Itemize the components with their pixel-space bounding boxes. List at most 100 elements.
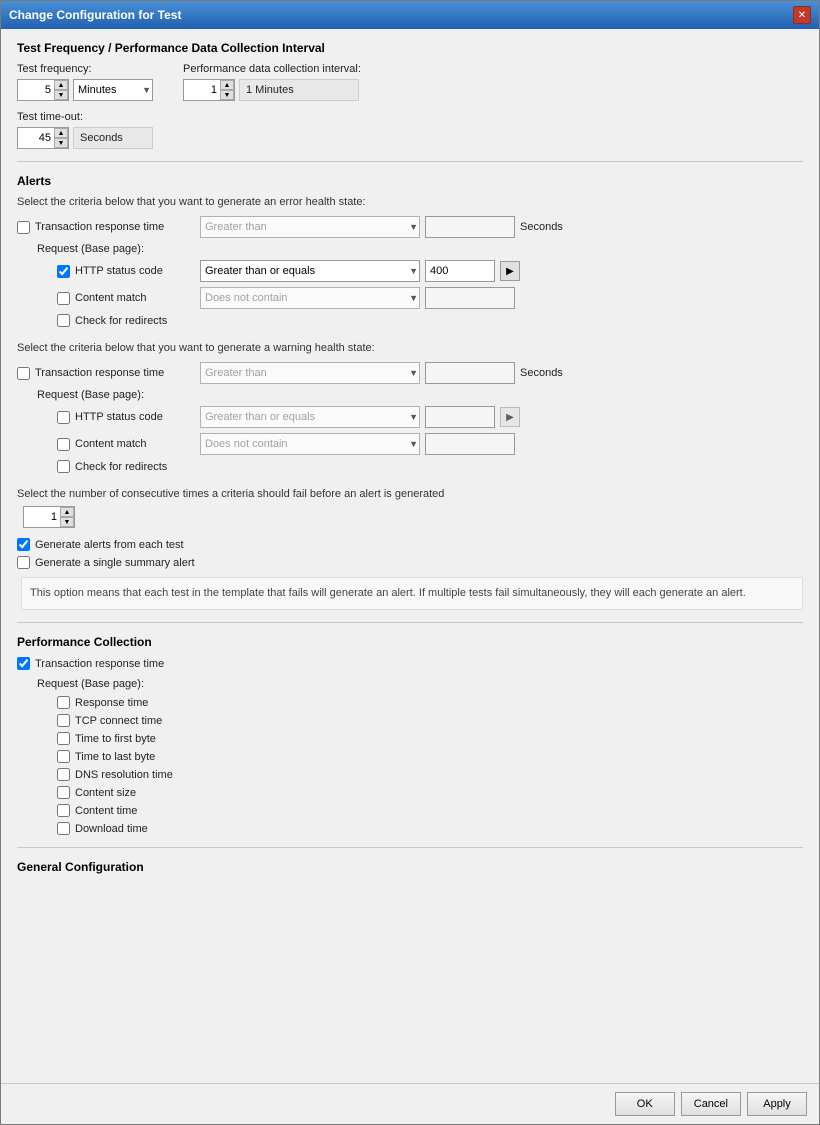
perf-interval-spinner[interactable]: ▲ ▼ — [183, 79, 235, 101]
perf-collection-section: Performance Collection Transaction respo… — [17, 635, 803, 835]
test-timeout-spinner-btns: ▲ ▼ — [54, 128, 68, 148]
perf-response-time-row: Response time — [57, 696, 803, 709]
perf-tcp-connect-label: TCP connect time — [75, 715, 162, 727]
error-http-status-play-btn[interactable]: ▶ — [500, 261, 520, 281]
test-frequency-spinner[interactable]: ▲ ▼ — [17, 79, 69, 101]
perf-response-time-checkbox[interactable] — [57, 696, 70, 709]
generate-summary-row: Generate a single summary alert — [17, 556, 803, 569]
perf-request-base-label: Request (Base page): — [37, 678, 803, 690]
warn-http-status-checkbox[interactable] — [57, 411, 70, 424]
perf-dns-resolution-row: DNS resolution time — [57, 768, 803, 781]
perf-interval-text: 1 Minutes — [239, 79, 359, 101]
error-transaction-rt-select[interactable]: Greater than Greater than or equals — [200, 216, 420, 238]
error-transaction-rt-unit: Seconds — [520, 221, 563, 233]
consecutive-desc: Select the number of consecutive times a… — [17, 488, 803, 500]
test-frequency-input[interactable] — [18, 80, 54, 100]
generate-each-checkbox[interactable] — [17, 538, 30, 551]
perf-dns-resolution-label: DNS resolution time — [75, 769, 173, 781]
perf-download-time-label: Download time — [75, 823, 148, 835]
warn-transaction-rt-row: Transaction response time Greater than G… — [17, 362, 803, 384]
error-check-redirects-checkbox[interactable] — [57, 314, 70, 327]
title-bar: Change Configuration for Test ✕ — [1, 1, 819, 29]
perf-interval-input[interactable] — [184, 80, 220, 100]
perf-content-size-row: Content size — [57, 786, 803, 799]
perf-download-time-checkbox[interactable] — [57, 822, 70, 835]
generate-summary-checkbox[interactable] — [17, 556, 30, 569]
test-timeout-input[interactable] — [18, 128, 54, 148]
warn-content-match-dropdown-wrap: Does not contain Contains ▼ — [200, 433, 420, 455]
warn-check-redirects-checkbox[interactable] — [57, 460, 70, 473]
consecutive-down[interactable]: ▼ — [60, 517, 74, 527]
consecutive-up[interactable]: ▲ — [60, 507, 74, 517]
apply-button[interactable]: Apply — [747, 1092, 807, 1116]
ok-button[interactable]: OK — [615, 1092, 675, 1116]
warn-request-base-label: Request (Base page): — [37, 389, 803, 401]
consecutive-spinner[interactable]: ▲ ▼ — [23, 506, 75, 528]
perf-time-last-byte-checkbox[interactable] — [57, 750, 70, 763]
perf-interval-up[interactable]: ▲ — [220, 80, 234, 90]
perf-time-first-byte-row: Time to first byte — [57, 732, 803, 745]
consecutive-input[interactable] — [24, 507, 60, 527]
general-config-title: General Configuration — [17, 860, 803, 874]
perf-transaction-rt-checkbox[interactable] — [17, 657, 30, 670]
perf-collection-title: Performance Collection — [17, 635, 803, 649]
test-timeout-up[interactable]: ▲ — [54, 128, 68, 138]
error-content-match-value[interactable] — [425, 287, 515, 309]
warn-http-status-row: HTTP status code Greater than or equals … — [57, 406, 803, 428]
warn-transaction-rt-select[interactable]: Greater than Greater than or equals — [200, 362, 420, 384]
test-timeout-label: Test time-out: — [17, 111, 803, 123]
warn-content-match-select[interactable]: Does not contain Contains — [200, 433, 420, 455]
test-frequency-down[interactable]: ▼ — [54, 90, 68, 100]
error-transaction-rt-label: Transaction response time — [35, 221, 195, 233]
cancel-button[interactable]: Cancel — [681, 1092, 741, 1116]
test-frequency-unit-wrap: Minutes Hours ▼ — [73, 79, 153, 101]
error-http-status-value[interactable] — [425, 260, 495, 282]
perf-dns-resolution-checkbox[interactable] — [57, 768, 70, 781]
error-transaction-rt-row: Transaction response time Greater than G… — [17, 216, 803, 238]
warn-http-status-value[interactable] — [425, 406, 495, 428]
perf-content-size-checkbox[interactable] — [57, 786, 70, 799]
test-timeout-spinner[interactable]: ▲ ▼ — [17, 127, 69, 149]
warn-http-status-label: HTTP status code — [75, 411, 195, 423]
warn-transaction-rt-checkbox[interactable] — [17, 367, 30, 380]
perf-time-first-byte-label: Time to first byte — [75, 733, 156, 745]
warn-transaction-rt-dropdown-wrap: Greater than Greater than or equals ▼ — [200, 362, 420, 384]
test-frequency-up[interactable]: ▲ — [54, 80, 68, 90]
perf-interval-down[interactable]: ▼ — [220, 90, 234, 100]
perf-interval-group: Performance data collection interval: ▲ … — [183, 63, 361, 101]
dialog-window: Change Configuration for Test ✕ Test Fre… — [0, 0, 820, 1125]
perf-interval-label: Performance data collection interval: — [183, 63, 361, 75]
generate-each-label: Generate alerts from each test — [35, 539, 184, 551]
error-http-status-select[interactable]: Greater than or equals Greater than Less… — [200, 260, 420, 282]
test-frequency-unit-select[interactable]: Minutes Hours — [73, 79, 153, 101]
warn-transaction-rt-unit: Seconds — [520, 367, 563, 379]
perf-content-time-checkbox[interactable] — [57, 804, 70, 817]
perf-download-time-row: Download time — [57, 822, 803, 835]
warn-content-match-checkbox[interactable] — [57, 438, 70, 451]
warn-http-status-select[interactable]: Greater than or equals Greater than — [200, 406, 420, 428]
dialog-title: Change Configuration for Test — [9, 8, 181, 22]
error-request-base-group: Request (Base page): HTTP status code Gr… — [37, 243, 803, 327]
error-content-match-checkbox[interactable] — [57, 292, 70, 305]
warn-http-status-play-btn[interactable]: ▶ — [500, 407, 520, 427]
warn-content-match-value[interactable] — [425, 433, 515, 455]
perf-tcp-connect-row: TCP connect time — [57, 714, 803, 727]
alerts-error-desc: Select the criteria below that you want … — [17, 196, 803, 208]
close-button[interactable]: ✕ — [793, 6, 811, 24]
generate-summary-label: Generate a single summary alert — [35, 557, 195, 569]
consecutive-spinner-btns: ▲ ▼ — [60, 507, 74, 527]
error-check-redirects-row: Check for redirects — [57, 314, 803, 327]
freq-section: Test Frequency / Performance Data Collec… — [17, 41, 803, 149]
error-content-match-select[interactable]: Does not contain Contains — [200, 287, 420, 309]
warn-transaction-rt-label: Transaction response time — [35, 367, 195, 379]
error-http-status-checkbox[interactable] — [57, 265, 70, 278]
error-transaction-rt-checkbox[interactable] — [17, 221, 30, 234]
warn-content-match-label: Content match — [75, 438, 195, 450]
perf-transaction-rt-row: Transaction response time — [17, 657, 803, 670]
error-transaction-rt-value[interactable] — [425, 216, 515, 238]
perf-time-first-byte-checkbox[interactable] — [57, 732, 70, 745]
perf-tcp-connect-checkbox[interactable] — [57, 714, 70, 727]
test-timeout-down[interactable]: ▼ — [54, 138, 68, 148]
warn-transaction-rt-value[interactable] — [425, 362, 515, 384]
error-content-match-label: Content match — [75, 292, 195, 304]
